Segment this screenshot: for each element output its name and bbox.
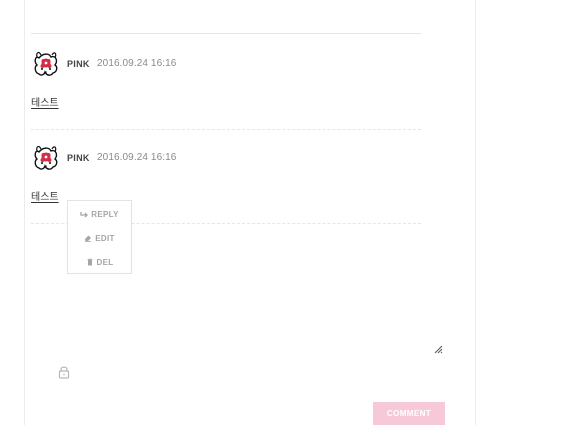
- top-divider: [31, 33, 421, 34]
- comment-submit-button[interactable]: COMMENT: [373, 402, 445, 425]
- lock-icon[interactable]: [57, 365, 71, 379]
- comment-item: PINK 2016.09.24 16:16 테스트: [31, 144, 421, 203]
- reply-label: REPLY: [91, 209, 119, 219]
- comment-date: 2016.09.24 16:16: [97, 152, 177, 163]
- reply-menu-item[interactable]: REPLY: [68, 205, 131, 223]
- comment-meta: PINK 2016.09.24 16:16: [31, 50, 421, 80]
- eraser-icon: [85, 235, 92, 242]
- comment-meta: PINK 2016.09.24 16:16: [31, 144, 421, 174]
- comment-item: PINK 2016.09.24 16:16 테스트: [31, 50, 421, 109]
- comment-text[interactable]: 테스트: [31, 94, 59, 109]
- comment-divider: [31, 129, 421, 130]
- comment-text[interactable]: 테스트: [31, 188, 59, 203]
- comment-author: PINK: [67, 59, 90, 69]
- comment-author: PINK: [67, 153, 90, 163]
- bunny-avatar-icon: [34, 51, 58, 76]
- bunny-avatar-icon: [34, 145, 58, 170]
- reply-arrow-icon: [80, 212, 89, 218]
- comment-textarea[interactable]: [55, 247, 445, 354]
- comment-page: PINK 2016.09.24 16:16 테스트 PINK 2016.09.2…: [0, 0, 588, 425]
- edit-menu-item[interactable]: EDIT: [68, 229, 131, 247]
- comment-date: 2016.09.24 16:16: [97, 58, 177, 69]
- edit-label: EDIT: [95, 233, 115, 243]
- resize-grip-icon[interactable]: [433, 344, 443, 354]
